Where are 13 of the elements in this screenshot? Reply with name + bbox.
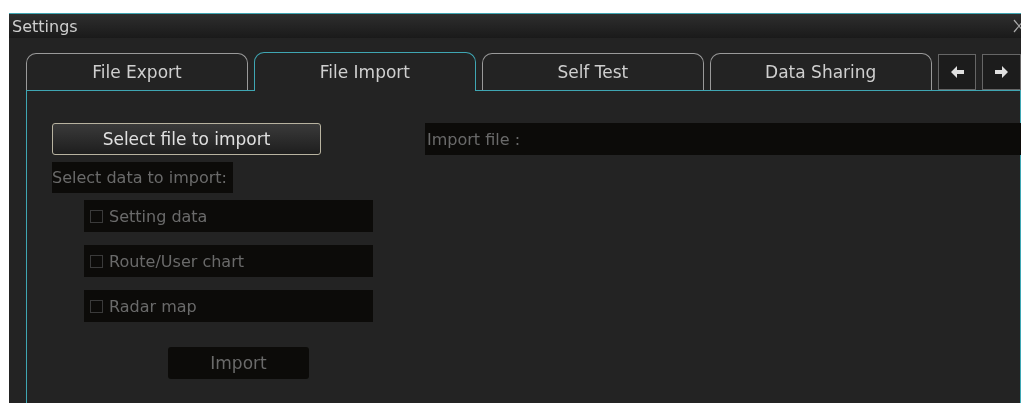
section-label: Select data to import: [52,162,233,193]
option-label: Radar map [109,296,197,316]
import-file-field: Import file : [425,123,1021,155]
option-label: Route/User chart [109,251,244,271]
option-label: Setting data [109,206,208,226]
tab[interactable]: File Import [253,52,476,91]
tab[interactable]: Data Sharing [709,53,932,90]
tab[interactable]: File Export [26,53,248,90]
select-file-button[interactable]: Select file to import [52,123,321,155]
right-arrow-button[interactable] [982,54,1021,90]
window-title: Settings [12,16,78,36]
tab[interactable]: Self Test [481,53,704,90]
left-arrow-button[interactable] [937,54,977,90]
